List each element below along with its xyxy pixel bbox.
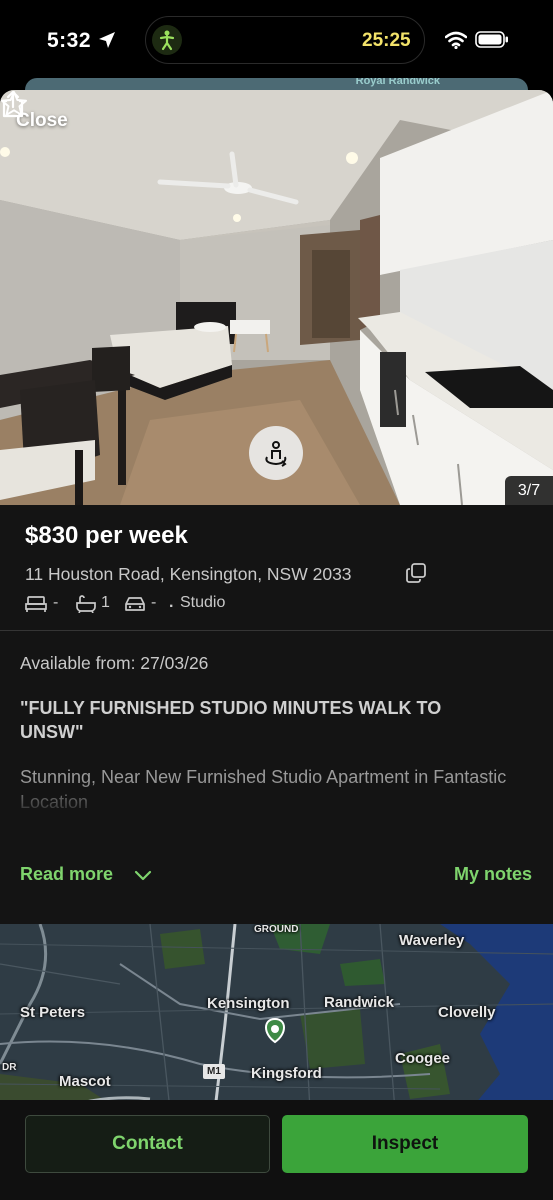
my-notes-link[interactable]: My notes: [454, 864, 532, 885]
inspect-button[interactable]: Inspect: [282, 1115, 528, 1173]
map-label-ground: GROUND: [254, 924, 299, 935]
copy-icon[interactable]: [405, 562, 427, 584]
description-fade: [0, 780, 553, 820]
map-label-m1: M1: [207, 1066, 221, 1077]
map-label-kensington: Kensington: [207, 995, 290, 1012]
listing-photo[interactable]: Close 3/7: [0, 90, 553, 505]
status-time: 5:32: [47, 29, 92, 52]
property-type: Studio: [180, 594, 226, 611]
parking-count: -: [151, 594, 157, 611]
photo-counter: 3/7: [505, 476, 553, 505]
read-more-link[interactable]: Read more: [20, 864, 113, 885]
listing-price: $830 per week: [25, 522, 188, 549]
bottom-action-bar: Contact Inspect: [0, 1100, 553, 1200]
bath-icon: [76, 595, 96, 613]
listing-headline: "FULLY FURNISHED STUDIO MINUTES WALK TO …: [20, 698, 442, 742]
map-label-waverley: Waverley: [399, 932, 465, 949]
available-from: Available from: 27/03/26: [20, 653, 209, 673]
map-label-mascot: Mascot: [59, 1073, 111, 1090]
wifi-icon: [445, 31, 467, 49]
map-label-randwick: Randwick: [324, 994, 395, 1011]
map-label-st-peters: St Peters: [20, 1004, 86, 1021]
contact-button[interactable]: Contact: [25, 1115, 270, 1173]
listing-sheet: Close 3/7 $830 per week 11 Houston Road,…: [0, 90, 553, 1200]
battery-icon: [475, 31, 508, 48]
virtual-tour-button[interactable]: [249, 426, 303, 480]
listing-address: 11 Houston Road, Kensington, NSW 2033: [25, 564, 352, 584]
fitness-activity-icon: [152, 25, 182, 55]
activity-timer: 25:25: [362, 30, 411, 51]
chevron-down-icon[interactable]: [134, 866, 152, 884]
bed-icon: [25, 596, 47, 612]
virtual-tour-icon: [265, 441, 287, 467]
status-bar: 5:32 25:25: [0, 0, 553, 80]
background-map-label: Royal Randwick: [355, 78, 440, 87]
location-arrow-icon: [99, 32, 115, 48]
map-label-clovelly: Clovelly: [438, 1004, 496, 1021]
star-icon[interactable]: [0, 90, 28, 118]
map-label-kingsford: Kingsford: [251, 1065, 322, 1082]
location-map[interactable]: GROUND Waverley St Peters Kensington Ran…: [0, 924, 553, 1110]
map-label-dr: DR: [2, 1062, 17, 1073]
car-icon: [125, 597, 145, 611]
bathrooms-count: 1: [101, 594, 110, 611]
bedrooms-count: -: [53, 594, 59, 611]
section-divider: [0, 630, 553, 631]
map-label-coogee: Coogee: [395, 1050, 451, 1067]
feature-separator: .: [169, 594, 174, 611]
